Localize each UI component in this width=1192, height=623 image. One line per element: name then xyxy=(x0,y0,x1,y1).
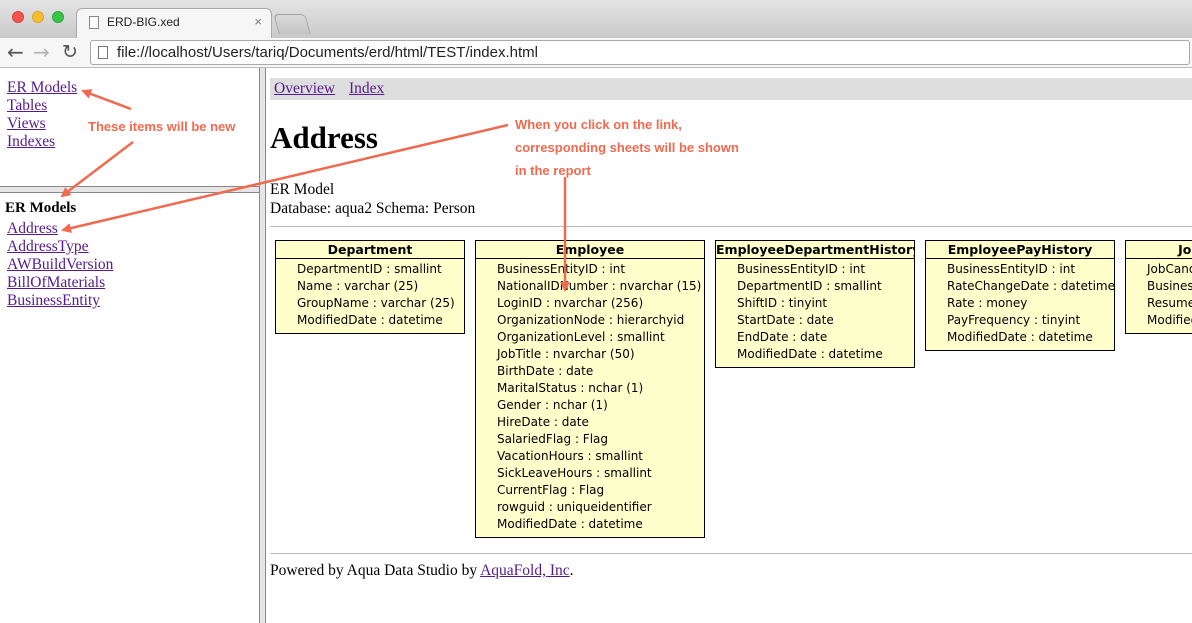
entity-title: Employee xyxy=(476,241,704,259)
entity-columns: JobCandidateID : int BusinessEntityID : i… xyxy=(1126,259,1192,333)
page-icon xyxy=(89,16,99,29)
aquafold-link[interactable]: AquaFold, Inc xyxy=(480,562,570,579)
entity-column: PayFrequency : tinyint xyxy=(947,313,1081,327)
list-link-businessentity[interactable]: BusinessEntity xyxy=(7,292,100,310)
nav-link-tables[interactable]: Tables xyxy=(7,97,47,115)
entity-column: SickLeaveHours : smallint xyxy=(497,466,652,480)
entity-column: VacationHours : smallint xyxy=(497,449,644,463)
entity-column: OrganizationLevel : smallint xyxy=(497,330,665,344)
entity-column: DepartmentID : smallint xyxy=(737,279,882,293)
close-window-button[interactable] xyxy=(12,11,24,23)
entity-column: OrganizationNode : hierarchyid xyxy=(497,313,685,327)
left-bottom-frame: ER Models Address AddressType AWBuildVer… xyxy=(0,193,259,623)
minimize-window-button[interactable] xyxy=(32,11,44,23)
entity-column: CurrentFlag : Flag xyxy=(497,483,605,497)
back-arrow-icon[interactable]: ← xyxy=(7,41,24,63)
browser-toolbar: ← → ↻ file://localhost/Users/tariq/Docum… xyxy=(0,38,1192,68)
entity-column: StartDate : date xyxy=(737,313,834,327)
tab-title: ERD-BIG.xed xyxy=(107,15,180,29)
nav-link-indexes[interactable]: Indexes xyxy=(7,133,55,151)
nav-link-er-models[interactable]: ER Models xyxy=(7,79,77,97)
divider xyxy=(270,226,1192,227)
entity-column: SalariedFlag : Flag xyxy=(497,432,609,446)
entity-column: BirthDate : date xyxy=(497,364,594,378)
entity-column: GroupName : varchar (25) xyxy=(297,296,455,310)
entity-column: ModifiedDate : datetime xyxy=(737,347,883,361)
entity-column: DepartmentID : smallint xyxy=(297,262,442,276)
entity-title: EmployeeDepartmentHistory xyxy=(716,242,914,259)
entity-column: LoginID : nvarchar (256) xyxy=(497,296,644,310)
entity-column: ModifiedDate : datetime xyxy=(1147,313,1192,327)
entity-column: Name : varchar (25) xyxy=(297,279,419,293)
list-link-address[interactable]: Address xyxy=(7,220,58,238)
entity-title: Department xyxy=(276,241,464,259)
entity-column: NationalIDNumber : nvarchar (15) xyxy=(497,279,702,293)
entity-column: ModifiedDate : datetime xyxy=(297,313,443,327)
left-top-frame: ER Models Tables Views Indexes xyxy=(0,68,259,186)
footer-suffix: . xyxy=(569,562,574,579)
page-title: Address xyxy=(270,120,378,155)
entity-title: EmployeePayHistory xyxy=(926,241,1114,259)
entity-column: JobTitle : nvarchar (50) xyxy=(497,347,635,361)
index-link[interactable]: Index xyxy=(349,80,384,98)
er-models-heading: ER Models xyxy=(5,200,77,216)
entity-column: BusinessEntityID : int xyxy=(497,262,626,276)
entity-employeedepartmenthistory[interactable]: EmployeeDepartmentHistory BusinessEntity… xyxy=(715,240,915,368)
reload-icon[interactable]: ↻ xyxy=(62,41,78,63)
entity-jobcandidate[interactable]: JobCandidate JobCandidateID : int Busines… xyxy=(1125,240,1192,334)
entity-column: ShiftID : tinyint xyxy=(737,296,828,310)
list-link-addresstype[interactable]: AddressType xyxy=(7,238,89,256)
entity-column: ModifiedDate : datetime xyxy=(497,517,643,531)
forward-arrow-icon[interactable]: → xyxy=(33,41,50,63)
entity-columns: BusinessEntityID : int NationalIDNumber :… xyxy=(476,259,704,537)
report-nav-bar: Overview Index xyxy=(270,78,1192,100)
entity-column: BusinessEntityID : int xyxy=(737,262,866,276)
divider xyxy=(270,553,1192,554)
nav-link-views[interactable]: Views xyxy=(7,115,46,133)
footer: Powered by Aqua Data Studio by AquaFold,… xyxy=(270,562,574,580)
footer-text: Powered by Aqua Data Studio by xyxy=(270,562,481,579)
tab-close-icon[interactable]: × xyxy=(254,14,262,29)
entity-columns: BusinessEntityID : int RateChangeDate : d… xyxy=(926,259,1115,350)
entity-column: RateChangeDate : datetime xyxy=(947,279,1115,293)
frame-vertical-splitter[interactable] xyxy=(259,68,266,623)
frame-horizontal-splitter[interactable] xyxy=(0,186,262,193)
overview-link[interactable]: Overview xyxy=(274,80,335,98)
entity-column: MaritalStatus : nchar (1) xyxy=(497,381,644,395)
entity-column: rowguid : uniqueidentifier xyxy=(497,500,652,514)
entity-employee[interactable]: Employee BusinessEntityID : int NationalI… xyxy=(475,240,705,538)
database-schema-line: Database: aqua2 Schema: Person xyxy=(270,200,476,217)
entity-title: JobCandidate xyxy=(1126,241,1192,259)
address-url[interactable]: file://localhost/Users/tariq/Documents/e… xyxy=(117,44,538,61)
entity-column: EndDate : date xyxy=(737,330,828,344)
entity-column: ModifiedDate : datetime xyxy=(947,330,1093,344)
entity-employeepayhistory[interactable]: EmployeePayHistory BusinessEntityID : in… xyxy=(925,240,1115,351)
entity-column: JobCandidateID : int xyxy=(1147,262,1192,276)
page-icon xyxy=(98,46,108,59)
entity-column: Resume : xml xyxy=(1147,296,1192,310)
entity-column: BusinessEntityID : int xyxy=(947,262,1076,276)
list-link-billofmaterials[interactable]: BillOfMaterials xyxy=(7,274,105,292)
entity-column: BusinessEntityID : int xyxy=(1147,279,1192,293)
maximize-window-button[interactable] xyxy=(52,11,64,23)
window-titlebar: ERD-BIG.xed × xyxy=(0,0,1192,39)
entity-column: Gender : nchar (1) xyxy=(497,398,608,412)
report-frame: Overview Index Address ER Model Database… xyxy=(266,68,1192,623)
list-link-awbuildversion[interactable]: AWBuildVersion xyxy=(7,256,113,274)
new-tab-button[interactable] xyxy=(273,14,311,34)
entity-column: HireDate : date xyxy=(497,415,589,429)
entity-columns: BusinessEntityID : int DepartmentID : sma… xyxy=(716,259,914,367)
browser-tab[interactable]: ERD-BIG.xed × xyxy=(76,8,272,39)
er-model-label: ER Model xyxy=(270,181,335,198)
address-bar[interactable]: file://localhost/Users/tariq/Documents/e… xyxy=(90,40,1190,65)
entity-columns: DepartmentID : smallint Name : varchar (2… xyxy=(276,259,464,333)
entity-column: Rate : money xyxy=(947,296,1028,310)
entity-department[interactable]: Department DepartmentID : smallint Name :… xyxy=(275,240,465,334)
